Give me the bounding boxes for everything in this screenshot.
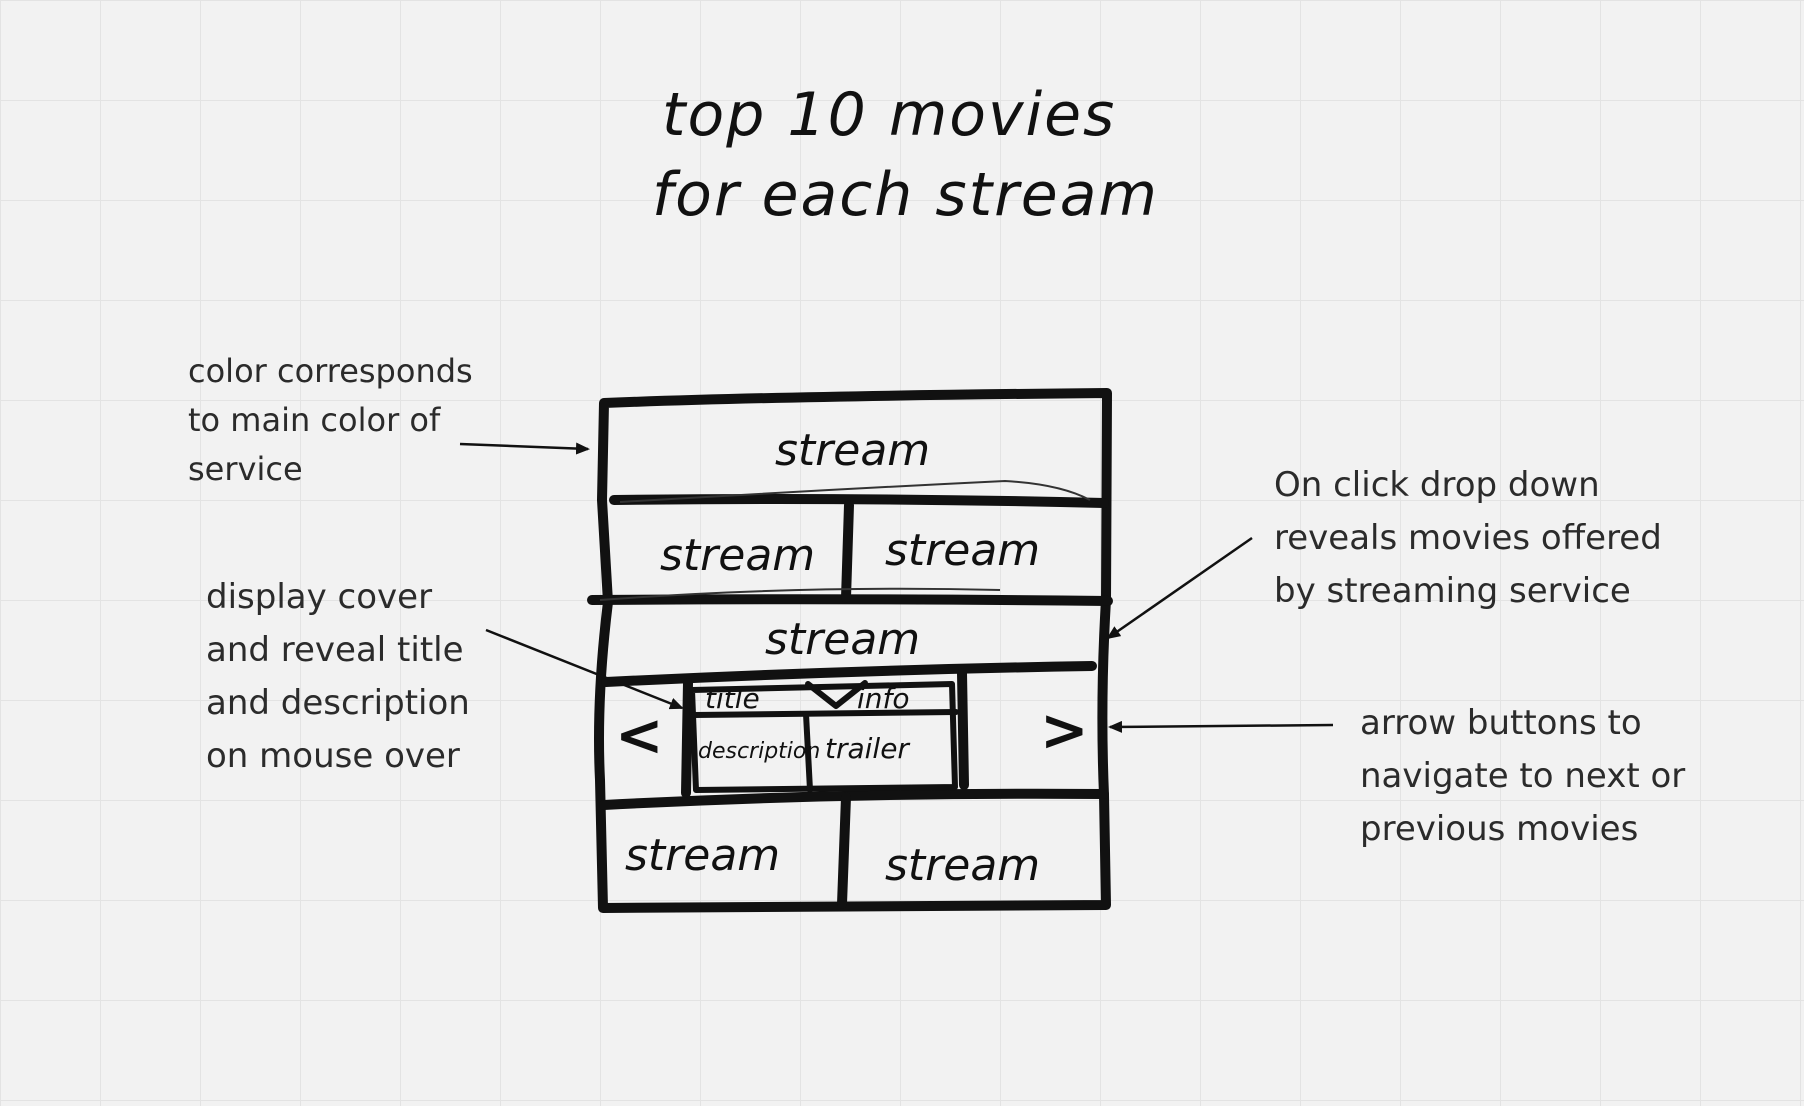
annotation-arrows-line-3: previous movies bbox=[1360, 809, 1639, 849]
title-line-1: top 10 movies bbox=[662, 80, 1116, 150]
row2-left-stream-label[interactable]: stream bbox=[660, 530, 815, 581]
row-divider-4 bbox=[599, 788, 1109, 810]
annotation-cover-line-3: and description bbox=[206, 683, 470, 723]
annotation-cover-line-2: and reveal title bbox=[206, 630, 464, 670]
carousel-right-divider bbox=[957, 668, 969, 790]
row4-left-stream-label[interactable]: stream bbox=[625, 830, 780, 881]
row1-stream-label[interactable]: stream bbox=[775, 425, 930, 476]
annotation-cover-line-4: on mouse over bbox=[206, 736, 460, 776]
annotation-dropdown-line-1: On click drop down bbox=[1274, 465, 1600, 505]
row2-vertical-divider bbox=[841, 500, 854, 603]
prev-arrow-button[interactable]: < bbox=[615, 701, 664, 769]
next-arrow-button[interactable]: > bbox=[1040, 696, 1089, 764]
annotation-color-line-1: color corresponds bbox=[188, 352, 473, 390]
movie-card-trailer[interactable]: trailer bbox=[825, 732, 910, 765]
carousel-left-divider bbox=[681, 678, 693, 798]
row4-right-stream-label[interactable]: stream bbox=[885, 840, 1040, 891]
row2-right-stream-label[interactable]: stream bbox=[885, 525, 1040, 576]
annotation-dropdown: On click drop down reveals movies offere… bbox=[1274, 459, 1662, 618]
movie-card-info[interactable]: info bbox=[857, 682, 910, 715]
movie-card-title[interactable]: title bbox=[705, 682, 760, 715]
annotation-color-line-2: to main color of bbox=[188, 401, 441, 439]
annotation-color: color corresponds to main color of servi… bbox=[188, 347, 473, 494]
annotation-arrows-line-1: arrow buttons to bbox=[1360, 703, 1642, 743]
row-divider-1 bbox=[609, 494, 1109, 508]
annotation-dropdown-line-2: reveals movies offered bbox=[1274, 518, 1662, 558]
arrows-note-arrow bbox=[1108, 720, 1334, 733]
movie-card-description[interactable]: description bbox=[698, 739, 820, 764]
cover-note-arrow bbox=[485, 628, 684, 710]
title-line-2: for each stream bbox=[652, 160, 1159, 230]
row3-stream-label[interactable]: stream bbox=[765, 614, 920, 665]
color-note-arrow bbox=[459, 442, 590, 455]
annotation-cover-line-1: display cover bbox=[206, 577, 433, 617]
dropdown-note-arrow bbox=[1106, 536, 1253, 640]
annotation-cover: display cover and reveal title and descr… bbox=[206, 571, 470, 783]
annotation-dropdown-line-3: by streaming service bbox=[1274, 571, 1631, 611]
annotation-arrows: arrow buttons to navigate to next or pre… bbox=[1360, 697, 1685, 856]
annotation-arrows-line-2: navigate to next or bbox=[1360, 756, 1686, 796]
row4-vertical-divider bbox=[837, 792, 851, 909]
sketch-title: top 10 movies for each stream bbox=[652, 80, 1159, 230]
annotation-color-line-3: service bbox=[188, 450, 303, 488]
row-divider-3 bbox=[601, 661, 1097, 687]
